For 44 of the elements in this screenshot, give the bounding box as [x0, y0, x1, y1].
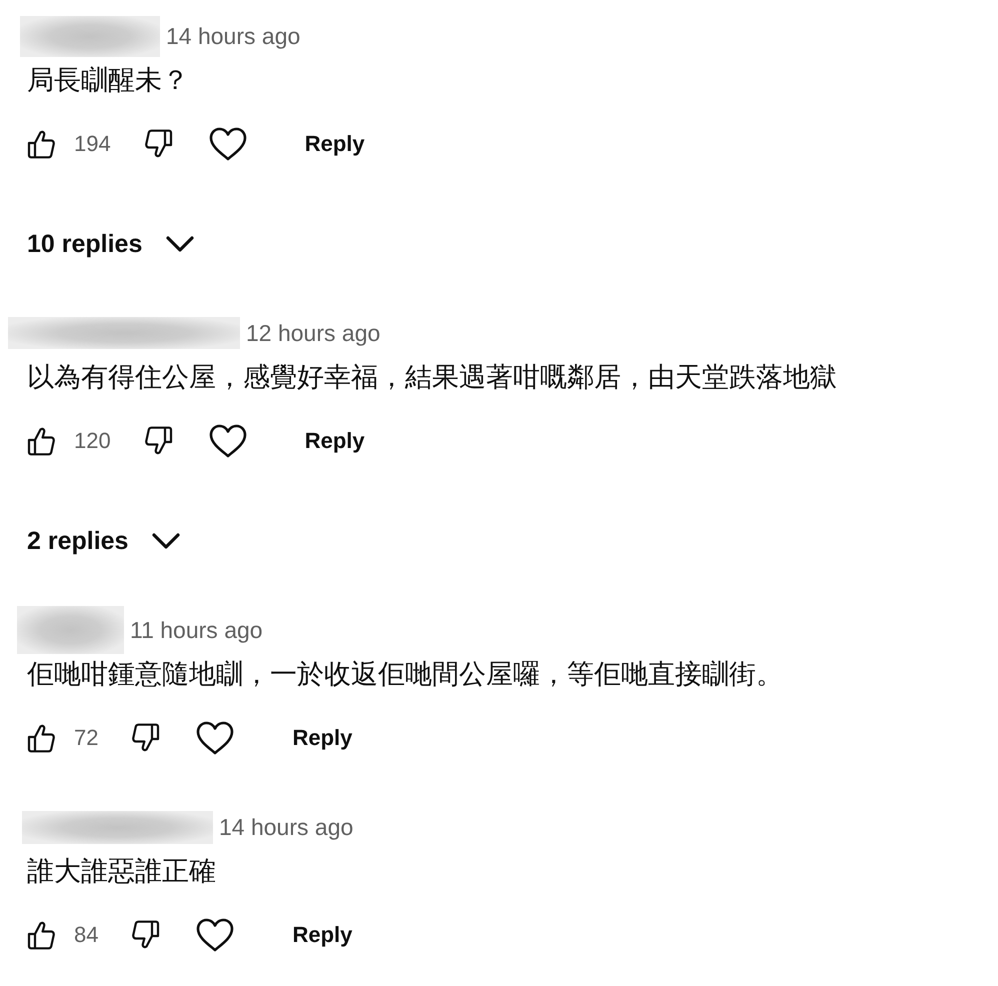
thumbs-up-icon	[27, 426, 55, 456]
like-button[interactable]	[27, 129, 55, 159]
like-button[interactable]	[27, 920, 55, 950]
reply-button[interactable]: Reply	[304, 428, 365, 454]
comment-text: 局長瞓醒未？	[27, 64, 189, 97]
comment-timestamp[interactable]: 14 hours ago	[166, 22, 300, 50]
like-count: 72	[74, 725, 98, 751]
heart-icon	[208, 424, 247, 458]
comment-text: 誰大誰惡誰正確	[27, 855, 216, 888]
heart-button[interactable]	[196, 721, 234, 755]
heart-button[interactable]	[208, 424, 247, 458]
heart-button[interactable]	[196, 918, 234, 952]
thumbs-up-icon	[27, 129, 55, 159]
like-button[interactable]	[27, 723, 55, 753]
comment-text: 佢哋咁鍾意隨地瞓，一於收返佢哋間公屋囉，等佢哋直接瞓街。	[27, 658, 783, 691]
heart-button[interactable]	[208, 127, 247, 161]
replies-toggle[interactable]: 2 replies	[27, 519, 180, 563]
like-count: 120	[74, 428, 111, 454]
chevron-down-icon	[152, 532, 180, 550]
reply-button[interactable]: Reply	[292, 922, 352, 948]
thumbs-down-icon	[144, 129, 173, 159]
chevron-down-icon	[166, 236, 194, 252]
comment-text: 以為有得住公屋，感覺好幸福，結果遇著咁嘅鄰居，由天堂跌落地獄	[27, 361, 837, 394]
thumbs-up-icon	[27, 920, 55, 950]
heart-icon	[196, 918, 234, 952]
heart-icon	[208, 127, 247, 161]
thumbs-down-icon	[144, 426, 173, 456]
thumbs-down-icon	[132, 723, 160, 753]
replies-toggle[interactable]: 10 replies	[27, 222, 194, 266]
dislike-button[interactable]	[132, 723, 160, 753]
like-count: 194	[74, 131, 111, 157]
heart-icon	[196, 721, 234, 755]
dislike-button[interactable]	[132, 920, 160, 950]
reply-button[interactable]: Reply	[292, 725, 352, 751]
comment-timestamp[interactable]: 11 hours ago	[130, 616, 263, 644]
like-count: 84	[74, 922, 98, 948]
comment-timestamp[interactable]: 14 hours ago	[219, 814, 354, 840]
thumbs-up-icon	[27, 723, 55, 753]
thumbs-down-icon	[132, 920, 160, 950]
reply-button[interactable]: Reply	[304, 131, 365, 157]
comment-timestamp[interactable]: 12 hours ago	[246, 320, 380, 346]
dislike-button[interactable]	[144, 129, 173, 159]
like-button[interactable]	[27, 426, 55, 456]
dislike-button[interactable]	[144, 426, 173, 456]
